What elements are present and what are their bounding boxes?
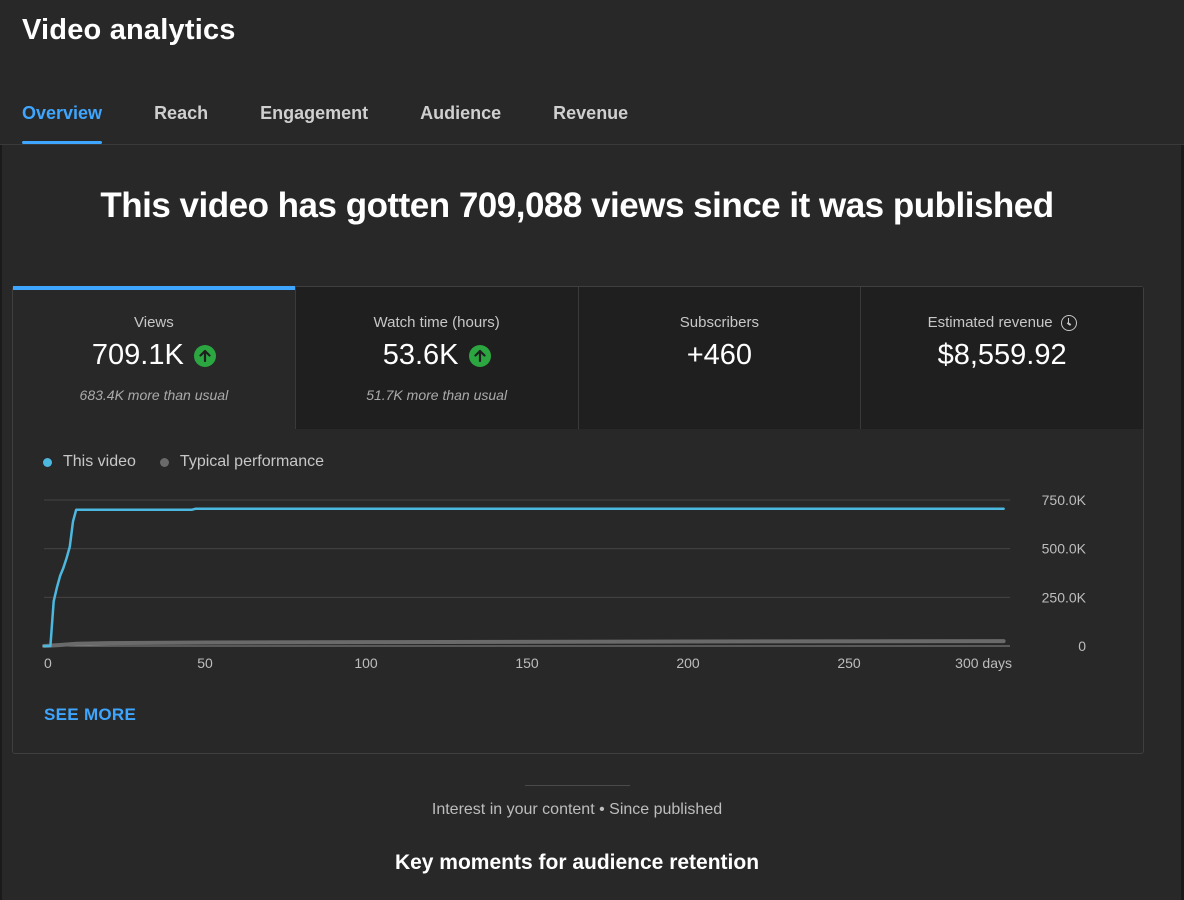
metric-revenue-label: Estimated revenue [927,314,1053,331]
metric-estimated-revenue[interactable]: Estimated revenue $8,559.92 [861,287,1143,429]
y-tick-label: 500.0K [1042,541,1087,557]
metric-value-row: $8,559.92 [861,339,1143,372]
metric-views-value: 709.1K [91,339,184,371]
clock-icon [1060,314,1077,331]
legend-label: Typical performance [179,453,324,470]
legend-item-this-video[interactable]: This video [43,453,136,471]
metric-watch-time-value: 53.6K [382,339,459,371]
series-line-this-video [42,507,1005,648]
metric-value-row: 53.6K [296,339,578,372]
views-headline: This video has gotten 709,088 views sinc… [100,186,1054,225]
interest-caption: Interest in your content • Since publish… [431,801,723,818]
section-heading: Key moments for audience retention [394,851,760,874]
legend-label: This video [63,453,136,470]
metric-views[interactable]: Views 709.1K 683.4K more than usual [13,286,296,429]
arrow-up-circle-icon [193,344,216,367]
x-tick-label: 250 [837,655,861,671]
metric-subscribers-label: Subscribers [679,314,759,331]
tab-revenue[interactable]: Revenue [553,100,628,144]
x-tick-label: 100 [354,655,378,671]
legend-item-typical[interactable]: Typical performance [159,453,324,471]
metric-watch-time[interactable]: Watch time (hours) 53.6K 51.7K more than… [295,287,579,429]
legend-dot-typical [159,457,169,467]
metric-views-label: Views [134,314,174,331]
views-line-chart: 0 250.0K 500.0K 750.0K 0 50 100 150 200 250 300 da… [42,492,1087,671]
metric-label: Views [13,314,295,331]
arrow-up-circle-icon [468,344,491,367]
metric-revenue-value: $8,559.92 [937,339,1067,371]
metric-label: Watch time (hours) [296,314,578,331]
tab-bar: Overview Reach Engagement Audience Reven… [22,100,680,144]
metric-subscribers-value: +460 [686,339,753,371]
metric-views-comparison: 683.4K more than usual [79,387,229,403]
legend-dot-this-video [43,457,52,467]
metric-label: Subscribers [579,314,861,331]
section-divider [525,785,630,786]
chart-legend: This video Typical performance [43,453,348,471]
metric-value-row: 709.1K [13,339,295,372]
tab-reach[interactable]: Reach [154,100,208,144]
tab-audience[interactable]: Audience [420,100,501,144]
metric-watch-time-label: Watch time (hours) [373,314,500,331]
y-tick-label: 250.0K [1042,589,1087,605]
x-tick-label: 0 [44,655,52,671]
y-tick-label: 750.0K [1042,492,1087,508]
metric-label: Estimated revenue [861,314,1143,331]
metric-subscribers[interactable]: Subscribers +460 [578,287,862,429]
metrics-card: Views 709.1K 683.4K more than usual Watc… [12,286,1144,754]
x-tick-label: 300 days [955,655,1012,671]
y-tick-label: 0 [1078,638,1086,654]
tab-overview[interactable]: Overview [22,100,103,144]
header: Video analytics Overview Reach Engagemen… [0,0,1184,145]
x-tick-label: 200 [676,655,700,671]
x-tick-label: 150 [515,655,539,671]
see-more-link[interactable]: SEE MORE [44,705,136,725]
tab-engagement[interactable]: Engagement [260,100,368,144]
metric-value-row: +460 [579,339,861,372]
metric-watch-time-comparison: 51.7K more than usual [366,387,508,403]
page-title: Video analytics [22,14,236,46]
x-tick-label: 50 [197,655,213,671]
metric-tabs: Views 709.1K 683.4K more than usual Watc… [13,286,1143,429]
series-line-typical-performance [42,639,1006,648]
